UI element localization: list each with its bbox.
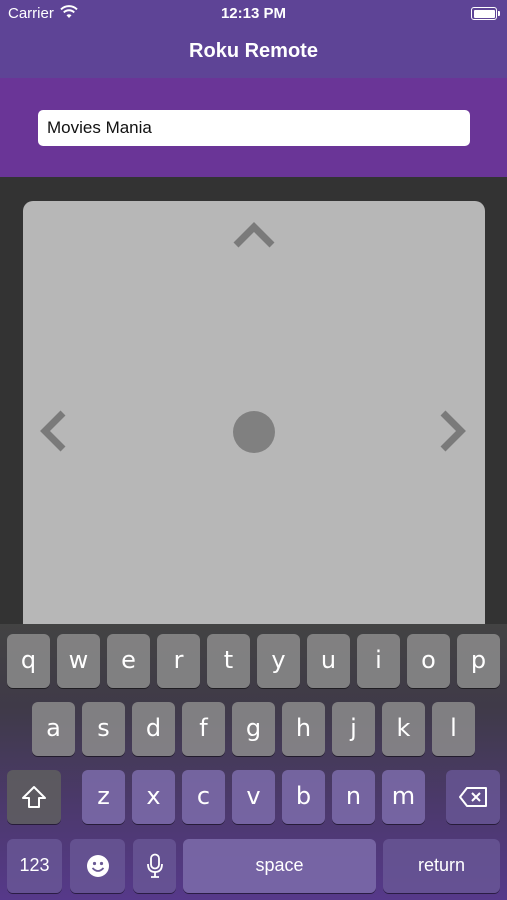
key-x[interactable]: x [132,770,175,824]
top-bar: Carrier 12:13 PM Roku Remote [0,0,507,78]
status-bar: Carrier 12:13 PM [0,0,507,28]
space-key[interactable]: space [183,839,376,893]
channel-search-input[interactable] [38,110,470,146]
key-y[interactable]: y [257,634,300,688]
key-c[interactable]: c [182,770,225,824]
key-b[interactable]: b [282,770,325,824]
key-n[interactable]: n [332,770,375,824]
battery-icon [471,7,500,20]
delete-key[interactable] [446,770,500,824]
key-v[interactable]: v [232,770,275,824]
chevron-left-icon[interactable] [37,407,69,455]
key-e[interactable]: e [107,634,150,688]
key-h[interactable]: h [282,702,325,756]
key-k[interactable]: k [382,702,425,756]
page-title: Roku Remote [189,40,318,62]
dictation-key[interactable] [133,839,176,893]
key-t[interactable]: t [207,634,250,688]
key-a[interactable]: a [32,702,75,756]
key-i[interactable]: i [357,634,400,688]
chevron-up-icon[interactable] [230,219,278,251]
key-l[interactable]: l [432,702,475,756]
key-d[interactable]: d [132,702,175,756]
key-s[interactable]: s [82,702,125,756]
chevron-right-icon[interactable] [437,407,469,455]
shift-key[interactable] [7,770,61,824]
keyboard: q w e r t y u i o p a s d f g h j k l z … [0,624,507,900]
key-u[interactable]: u [307,634,350,688]
key-z[interactable]: z [82,770,125,824]
emoji-icon [86,855,109,877]
delete-icon [459,787,487,807]
key-r[interactable]: r [157,634,200,688]
touchpad[interactable] [23,201,485,641]
key-j[interactable]: j [332,702,375,756]
key-q[interactable]: q [7,634,50,688]
key-g[interactable]: g [232,702,275,756]
numbers-key[interactable]: 123 [7,839,62,893]
key-f[interactable]: f [182,702,225,756]
return-key[interactable]: return [383,839,500,893]
key-o[interactable]: o [407,634,450,688]
select-dot-icon[interactable] [233,411,275,453]
key-p[interactable]: p [457,634,500,688]
emoji-key[interactable] [70,839,125,893]
status-time: 12:13 PM [220,5,287,22]
key-w[interactable]: w [57,634,100,688]
key-m[interactable]: m [382,770,425,824]
shift-icon [22,786,46,808]
microphone-icon [146,853,163,878]
